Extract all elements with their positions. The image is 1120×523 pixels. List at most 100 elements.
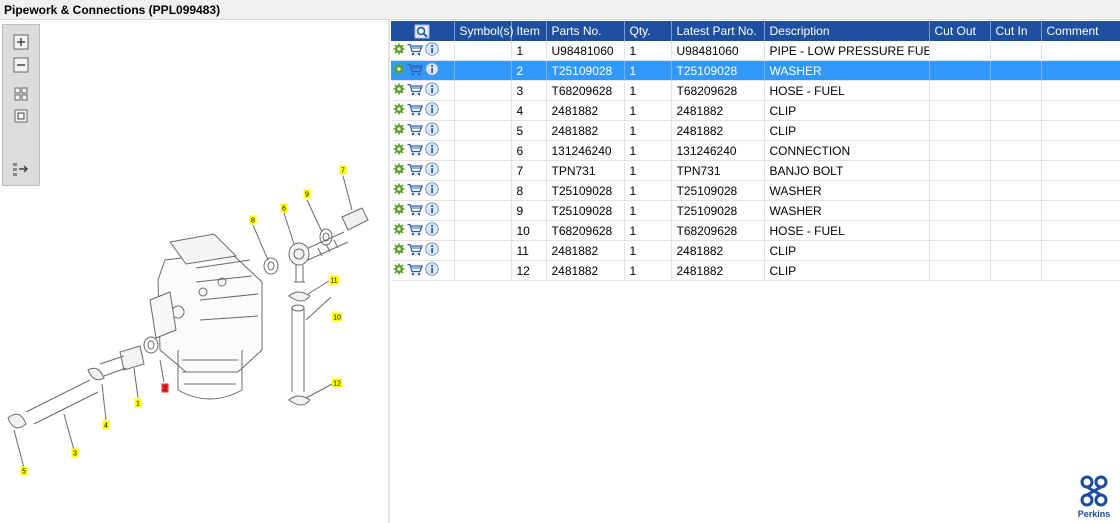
table-row[interactable]: 7 TPN731 1 TPN731 BANJO BOLT (391, 160, 1120, 181)
settings-icon[interactable] (393, 143, 405, 158)
settings-icon[interactable] (393, 123, 405, 138)
cart-icon[interactable] (407, 83, 423, 99)
pane-splitter[interactable] (388, 20, 390, 523)
info-icon[interactable] (425, 182, 439, 199)
cart-icon[interactable] (407, 143, 423, 159)
col-header-parts-no[interactable]: Parts No. (546, 21, 625, 41)
col-header-comment[interactable]: Comment (1041, 21, 1120, 41)
cell-comment (1041, 240, 1120, 261)
info-icon[interactable] (425, 42, 439, 59)
cell-item: 10 (511, 220, 547, 241)
zoom-out-button[interactable] (12, 56, 30, 74)
settings-icon[interactable] (393, 183, 405, 198)
cart-icon[interactable] (407, 223, 423, 239)
table-row[interactable]: 10 T68209628 1 T68209628 HOSE - FUEL (391, 220, 1120, 241)
callout-4[interactable]: 4 (102, 420, 110, 430)
cart-icon[interactable] (407, 63, 423, 79)
cell-cut-in (990, 180, 1042, 201)
info-icon[interactable] (425, 122, 439, 139)
settings-icon[interactable] (393, 103, 405, 118)
cart-icon[interactable] (407, 123, 423, 139)
cell-symbols (454, 240, 512, 261)
row-actions (391, 120, 455, 141)
fit-all-button[interactable] (12, 85, 30, 103)
settings-icon[interactable] (393, 163, 405, 178)
info-icon[interactable] (425, 142, 439, 159)
callout-12[interactable]: 12 (332, 378, 342, 388)
info-icon[interactable] (425, 202, 439, 219)
cart-icon[interactable] (407, 103, 423, 119)
cart-icon[interactable] (407, 43, 423, 59)
settings-icon[interactable] (393, 223, 405, 238)
callout-6[interactable]: 6 (280, 203, 288, 213)
cell-item: 6 (511, 140, 547, 161)
fit-all-icon (14, 87, 28, 101)
diagram-pane[interactable]: 7 9 6 8 11 10 2 12 1 4 3 5 (0, 20, 388, 523)
settings-icon[interactable] (393, 263, 405, 278)
table-row[interactable]: 2 T25109028 1 T25109028 WASHER (391, 60, 1120, 81)
col-header-latest-part-no[interactable]: Latest Part No. (671, 21, 765, 41)
info-icon[interactable] (425, 222, 439, 239)
table-row[interactable]: 8 T25109028 1 T25109028 WASHER (391, 180, 1120, 201)
info-icon[interactable] (425, 162, 439, 179)
table-row[interactable]: 6 131246240 1 131246240 CONNECTION (391, 140, 1120, 161)
callout-10[interactable]: 10 (332, 312, 342, 322)
table-row[interactable]: 11 2481882 1 2481882 CLIP (391, 240, 1120, 261)
info-icon[interactable] (425, 242, 439, 259)
settings-icon[interactable] (393, 83, 405, 98)
header-search-cell[interactable] (391, 21, 455, 41)
cell-qty: 1 (624, 60, 672, 81)
cell-symbols (454, 200, 512, 221)
callout-11[interactable]: 11 (329, 275, 339, 285)
cell-comment (1041, 60, 1120, 81)
row-actions (391, 240, 455, 261)
callout-1[interactable]: 1 (134, 398, 142, 408)
settings-icon[interactable] (393, 63, 405, 78)
table-row[interactable]: 1 U98481060 1 U98481060 PIPE - LOW PRESSURE … (391, 41, 1120, 61)
cart-icon[interactable] (407, 163, 423, 179)
col-header-symbols[interactable]: Symbol(s) (454, 21, 514, 41)
table-row[interactable]: 4 2481882 1 2481882 CLIP (391, 100, 1120, 121)
cell-comment (1041, 41, 1120, 61)
info-icon[interactable] (425, 262, 439, 279)
settings-icon[interactable] (393, 43, 405, 58)
cart-icon[interactable] (407, 263, 423, 279)
col-header-description[interactable]: Description (764, 21, 930, 41)
cell-item: 11 (511, 240, 547, 261)
cell-cut-in (990, 60, 1042, 81)
cell-cut-out (929, 180, 991, 201)
info-icon[interactable] (425, 102, 439, 119)
col-header-qty[interactable]: Qty. (624, 21, 672, 41)
col-header-item[interactable]: Item (511, 21, 547, 41)
cell-comment (1041, 260, 1120, 281)
callout-2[interactable]: 2 (161, 383, 169, 393)
cart-icon[interactable] (407, 203, 423, 219)
table-row[interactable]: 12 2481882 1 2481882 CLIP (391, 260, 1120, 281)
callout-9[interactable]: 9 (303, 189, 311, 199)
callout-8[interactable]: 8 (249, 215, 257, 225)
cart-icon[interactable] (407, 183, 423, 199)
cell-cut-out (929, 60, 991, 81)
settings-icon[interactable] (393, 203, 405, 218)
table-row[interactable]: 9 T25109028 1 T25109028 WASHER (391, 200, 1120, 221)
show-list-button[interactable] (12, 160, 30, 178)
zoom-in-button[interactable] (12, 33, 30, 51)
table-row[interactable]: 5 2481882 1 2481882 CLIP (391, 120, 1120, 141)
cell-comment (1041, 220, 1120, 241)
col-header-cut-out[interactable]: Cut Out (929, 21, 991, 41)
row-actions (391, 80, 455, 101)
search-icon[interactable] (414, 24, 430, 39)
callout-5[interactable]: 5 (20, 466, 28, 476)
cell-latest-part-no: T25109028 (671, 200, 765, 221)
cart-icon[interactable] (407, 243, 423, 259)
info-icon[interactable] (425, 62, 439, 79)
actual-size-button[interactable] (12, 107, 30, 125)
table-row[interactable]: 3 T68209628 1 T68209628 HOSE - FUEL (391, 80, 1120, 101)
perkins-logo-mark (1080, 475, 1108, 507)
callout-7[interactable]: 7 (339, 165, 347, 175)
info-icon[interactable] (425, 82, 439, 99)
cell-qty: 1 (624, 80, 672, 101)
callout-3[interactable]: 3 (71, 448, 79, 458)
col-header-cut-in[interactable]: Cut In (990, 21, 1042, 41)
settings-icon[interactable] (393, 243, 405, 258)
